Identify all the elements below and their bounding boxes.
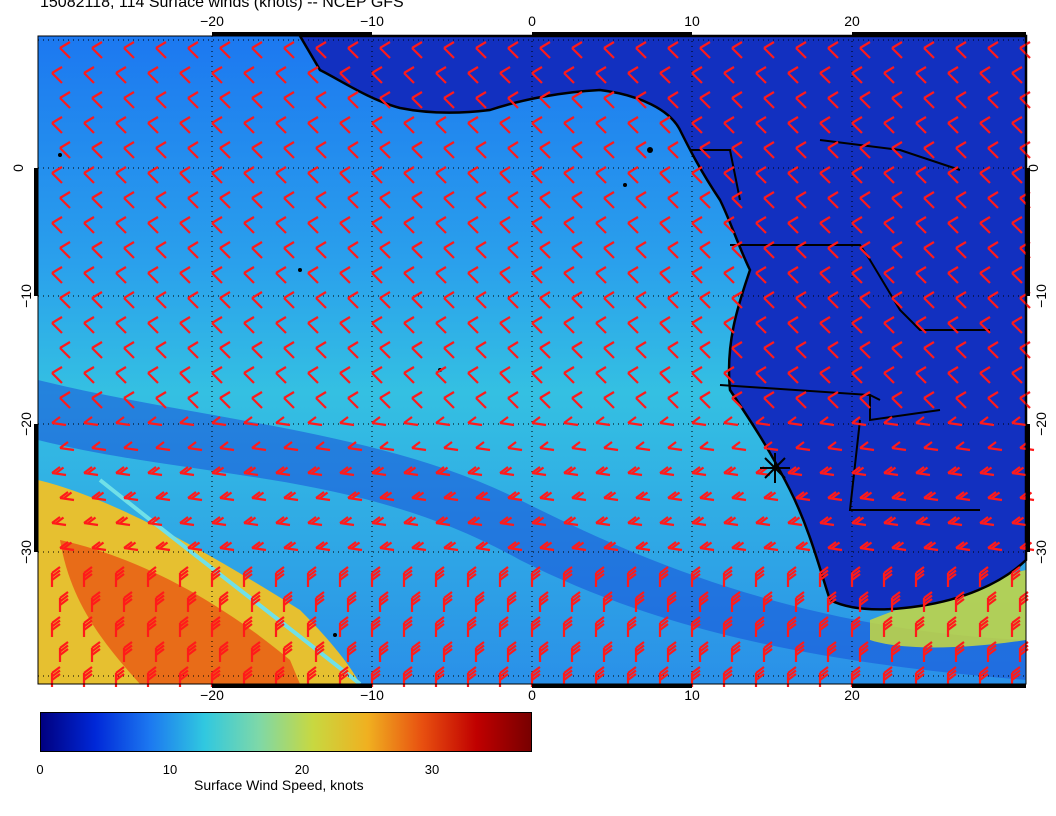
lat-tick-right: 0 <box>1024 164 1041 172</box>
lat-tick-right: −30 <box>1032 540 1049 564</box>
lon-tick-bottom: 10 <box>684 687 700 703</box>
colorbar-tick: 0 <box>36 762 44 777</box>
lon-tick-bottom: 0 <box>528 687 536 703</box>
lat-tick-left: 0 <box>9 164 26 172</box>
lon-tick-bottom: 20 <box>844 687 860 703</box>
lat-tick-left: −10 <box>17 284 34 308</box>
colorbar-label: Surface Wind Speed, knots <box>194 777 364 793</box>
lat-tick-right: −20 <box>1032 412 1049 436</box>
colorbar-gradient <box>40 712 532 752</box>
colorbar-tick: 30 <box>424 762 440 777</box>
colorbar <box>40 712 532 752</box>
lon-tick-top: 10 <box>684 13 700 29</box>
wind-map <box>34 32 1035 688</box>
lon-tick-top: −20 <box>200 13 224 29</box>
lon-tick-top: 0 <box>528 13 536 29</box>
colorbar-tick: 10 <box>162 762 178 777</box>
lat-tick-left: −20 <box>17 412 34 436</box>
lon-tick-top: 20 <box>844 13 860 29</box>
lat-tick-right: −10 <box>1032 284 1049 308</box>
lon-tick-bottom: −20 <box>200 687 224 703</box>
lon-tick-bottom: −10 <box>360 687 384 703</box>
lon-tick-top: −10 <box>360 13 384 29</box>
lat-tick-left: −30 <box>17 540 34 564</box>
colorbar-tick: 20 <box>294 762 310 777</box>
